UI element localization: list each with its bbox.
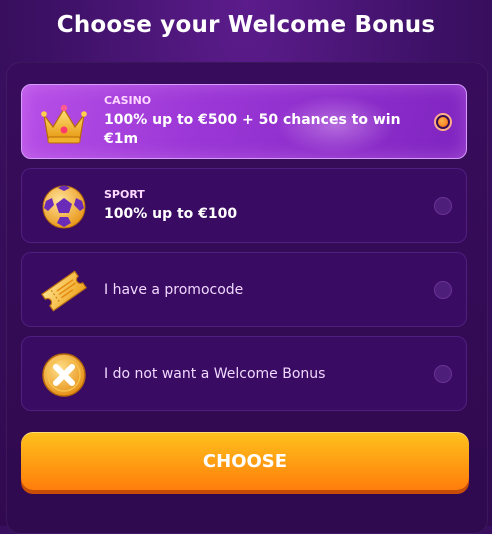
x-coin-icon (42, 353, 86, 397)
option-category: CASINO (104, 94, 152, 107)
bonus-option-promocode[interactable]: I have a promocode (21, 252, 467, 327)
radio-unselected[interactable] (434, 197, 452, 215)
option-title: 100% up to €100 (104, 205, 238, 222)
option-category: SPORT (104, 187, 145, 201)
option-title: 100% up to €500 + 50 chances to win €1m (104, 112, 401, 147)
radio-unselected[interactable] (434, 281, 452, 299)
crown-icon (41, 104, 87, 144)
ticket-icon (41, 270, 87, 312)
soccer-ball-icon (42, 185, 86, 229)
option-title: I have a promocode (104, 281, 244, 298)
page-title: Choose your Welcome Bonus (56, 12, 436, 38)
option-title: I do not want a Welcome Bonus (104, 365, 326, 382)
bonus-option-casino[interactable]: CASINO 100% up to €500 + 50 chances to w… (21, 84, 467, 159)
radio-unselected[interactable] (434, 365, 452, 383)
choose-button[interactable]: CHOOSE (21, 432, 469, 490)
bonus-option-none[interactable]: I do not want a Welcome Bonus (21, 336, 467, 411)
bonus-option-sport[interactable]: SPORT 100% up to €100 (21, 168, 467, 243)
radio-selected[interactable] (434, 113, 452, 131)
